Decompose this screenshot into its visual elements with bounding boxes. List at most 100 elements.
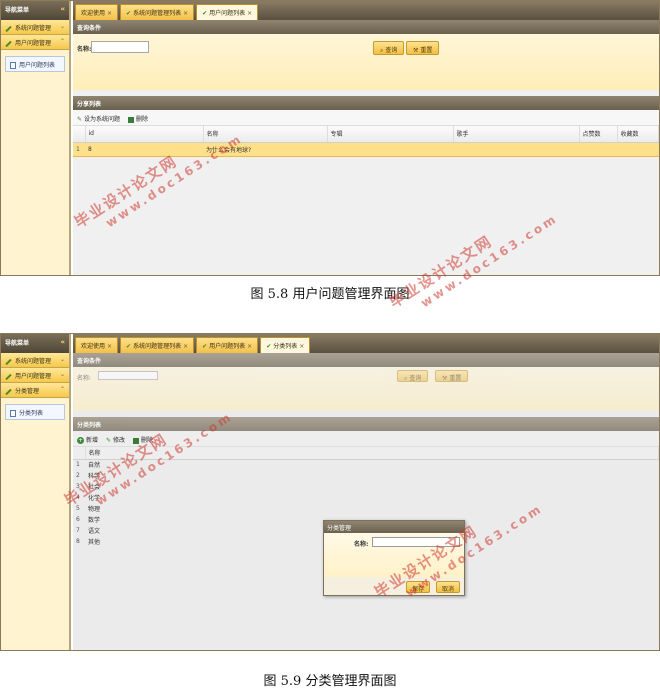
search-button[interactable]: ⌕ 查询 (397, 370, 429, 382)
check-icon: ✔ (202, 10, 208, 17)
table-row[interactable]: 2 科学 (73, 470, 659, 481)
edit-button[interactable]: ✎ 修改 (106, 435, 125, 444)
dialog-body: 名称: (324, 533, 464, 577)
tab-system-question-list[interactable]: ✔ 系统问题管理列表 × (120, 337, 195, 353)
main-area: 欢迎使用 × ✔ 系统问题管理列表 × ✔ 用户问题列表 × 查询条件 名称: ⌕ 查询 ⚒… (73, 1, 659, 275)
reset-button[interactable]: ⚒ 重置 (435, 370, 469, 382)
sidebar-item-category-list[interactable]: 分类列表 (5, 404, 65, 420)
column-header[interactable]: 名称 (85, 447, 659, 460)
sidebar-title: 导航菜单 « (1, 334, 69, 353)
list-toolbar: ✎ 设为系统问题 删除 (73, 110, 659, 126)
list-toolbar: + 新增 ✎ 修改 删除 (73, 431, 659, 447)
tab-system-question-list[interactable]: ✔ 系统问题管理列表 × (120, 4, 195, 20)
cancel-button[interactable]: 取消 (436, 581, 461, 593)
check-icon: ✔ (126, 343, 132, 350)
wrench-icon: ⚒ (442, 375, 448, 382)
column-header[interactable]: 名称 (203, 126, 328, 143)
close-icon[interactable]: × (183, 343, 188, 350)
category-dialog: 分类管理 名称: 保存 取消 (323, 520, 465, 596)
tab-bar: 欢迎使用 × ✔ 系统问题管理列表 × ✔ 用户问题列表 × (73, 1, 659, 20)
column-header[interactable]: 收藏数 (617, 126, 659, 143)
name-input[interactable] (91, 41, 149, 53)
name-label: 名称: (77, 46, 92, 53)
dialog-name-input[interactable] (372, 537, 460, 547)
sidebar: 导航菜单 « 系统问题管理 ⌄ 用户问题管理 ⌃ 用户问题列表 (1, 1, 71, 275)
screenshot-category-management: 导航菜单 « 系统问题管理 ⌄ 用户问题管理 ⌄ 分类管理 ⌃ 分类列表 欢迎使… (0, 333, 660, 651)
chevron-up-icon: ⌃ (59, 386, 65, 393)
name-label: 名称: (77, 375, 92, 382)
pencil-icon (5, 40, 12, 47)
list-panel-header: 分享列表 (73, 96, 659, 110)
column-header[interactable]: id (85, 126, 204, 143)
table-header-row: id 名称 专辑 歌手 点赞数 收藏数 (73, 126, 659, 143)
close-icon[interactable]: × (107, 343, 112, 350)
column-header[interactable]: 专辑 (327, 126, 454, 143)
reset-button[interactable]: ⚒ 重置 (406, 41, 440, 55)
sidebar-group-user-question[interactable]: 用户问题管理 ⌃ (1, 35, 69, 50)
document-icon (10, 62, 16, 69)
dialog-title: 分类管理 (324, 521, 464, 533)
table-row[interactable]: 1 8 为什么会有地球? (73, 141, 659, 157)
query-panel-header: 查询条件 (73, 20, 659, 34)
delete-button[interactable]: 删除 (132, 435, 153, 444)
sidebar-group-category[interactable]: 分类管理 ⌃ (1, 383, 69, 398)
sidebar-group-user-question[interactable]: 用户问题管理 ⌄ (1, 368, 69, 383)
plus-icon: + (77, 437, 84, 444)
close-icon[interactable]: × (247, 10, 252, 17)
name-input[interactable] (98, 371, 158, 380)
tab-user-question-list[interactable]: ✔ 用户问题列表 × (196, 337, 259, 353)
chevron-down-icon: ⌄ (59, 23, 65, 30)
check-icon: ✔ (126, 10, 132, 17)
pencil-icon (5, 388, 12, 395)
table-row[interactable]: 4 化学 (73, 492, 659, 503)
figure-caption-1: 图 5.8 用户问题管理界面图 (250, 287, 410, 302)
dialog-name-label: 名称: (354, 541, 369, 548)
pencil-icon (5, 373, 12, 380)
tab-bar: 欢迎使用 × ✔ 系统问题管理列表 × ✔ 用户问题列表 × ✔ 分类列表 × (73, 334, 659, 353)
delete-button[interactable]: 删除 (127, 114, 148, 123)
screenshot-user-question-management: 导航菜单 « 系统问题管理 ⌄ 用户问题管理 ⌃ 用户问题列表 欢迎使用 × ✔ 系… (0, 0, 660, 276)
sidebar-group-system-question[interactable]: 系统问题管理 ⌄ (1, 20, 69, 35)
add-button[interactable]: + 新增 (77, 435, 98, 444)
chevron-down-icon: ⌄ (59, 356, 65, 363)
collapse-icon[interactable]: « (60, 5, 65, 13)
pencil-icon (5, 358, 12, 365)
query-panel-header: 查询条件 (73, 353, 659, 367)
check-icon: ✔ (266, 343, 272, 350)
pencil-icon (5, 25, 12, 32)
table-row[interactable]: 3 社会 (73, 481, 659, 492)
table-row[interactable]: 5 物理 (73, 503, 659, 514)
sidebar-group-system-question[interactable]: 系统问题管理 ⌄ (1, 353, 69, 368)
tab-welcome[interactable]: 欢迎使用 × (75, 4, 119, 20)
search-icon: ⌕ (380, 47, 384, 54)
set-system-question-button[interactable]: ✎ 设为系统问题 (77, 114, 120, 123)
delete-icon (132, 437, 139, 444)
main-area: 欢迎使用 × ✔ 系统问题管理列表 × ✔ 用户问题列表 × ✔ 分类列表 × 查询条件 名称… (73, 334, 659, 650)
table-row[interactable]: 1 自然 (73, 459, 659, 470)
pencil-icon: ✎ (77, 116, 83, 123)
sidebar-title: 导航菜单 « (1, 1, 69, 20)
chevron-up-icon: ⌃ (59, 38, 65, 45)
save-button[interactable]: 保存 (406, 581, 431, 593)
check-icon: ✔ (202, 343, 208, 350)
tab-welcome[interactable]: 欢迎使用 × (75, 337, 119, 353)
list-panel-header: 分类列表 (73, 417, 659, 431)
figure-caption-2: 图 5.9 分类管理界面图 (263, 674, 397, 689)
collapse-icon[interactable]: « (60, 338, 65, 346)
close-icon[interactable]: × (299, 343, 304, 350)
tab-user-question-list[interactable]: ✔ 用户问题列表 × (196, 4, 259, 20)
pencil-icon: ✎ (106, 437, 112, 444)
search-icon: ⌕ (404, 375, 408, 382)
query-panel: 名称: ⌕ 查询 ⚒ 重置 (73, 367, 659, 411)
sidebar-item-user-question-list[interactable]: 用户问题列表 (5, 56, 65, 72)
search-button[interactable]: ⌕ 查询 (373, 41, 405, 55)
chevron-down-icon: ⌄ (59, 371, 65, 378)
tab-category-list[interactable]: ✔ 分类列表 × (260, 337, 311, 353)
column-header[interactable]: 歌手 (453, 126, 580, 143)
column-header[interactable]: 点赞数 (579, 126, 618, 143)
user-question-table: id 名称 专辑 歌手 点赞数 收藏数 1 8 为什么会有地球? (73, 126, 659, 157)
close-icon[interactable]: × (183, 10, 188, 17)
close-icon[interactable]: × (107, 10, 112, 17)
close-icon[interactable]: × (247, 343, 252, 350)
document-icon (10, 410, 16, 417)
